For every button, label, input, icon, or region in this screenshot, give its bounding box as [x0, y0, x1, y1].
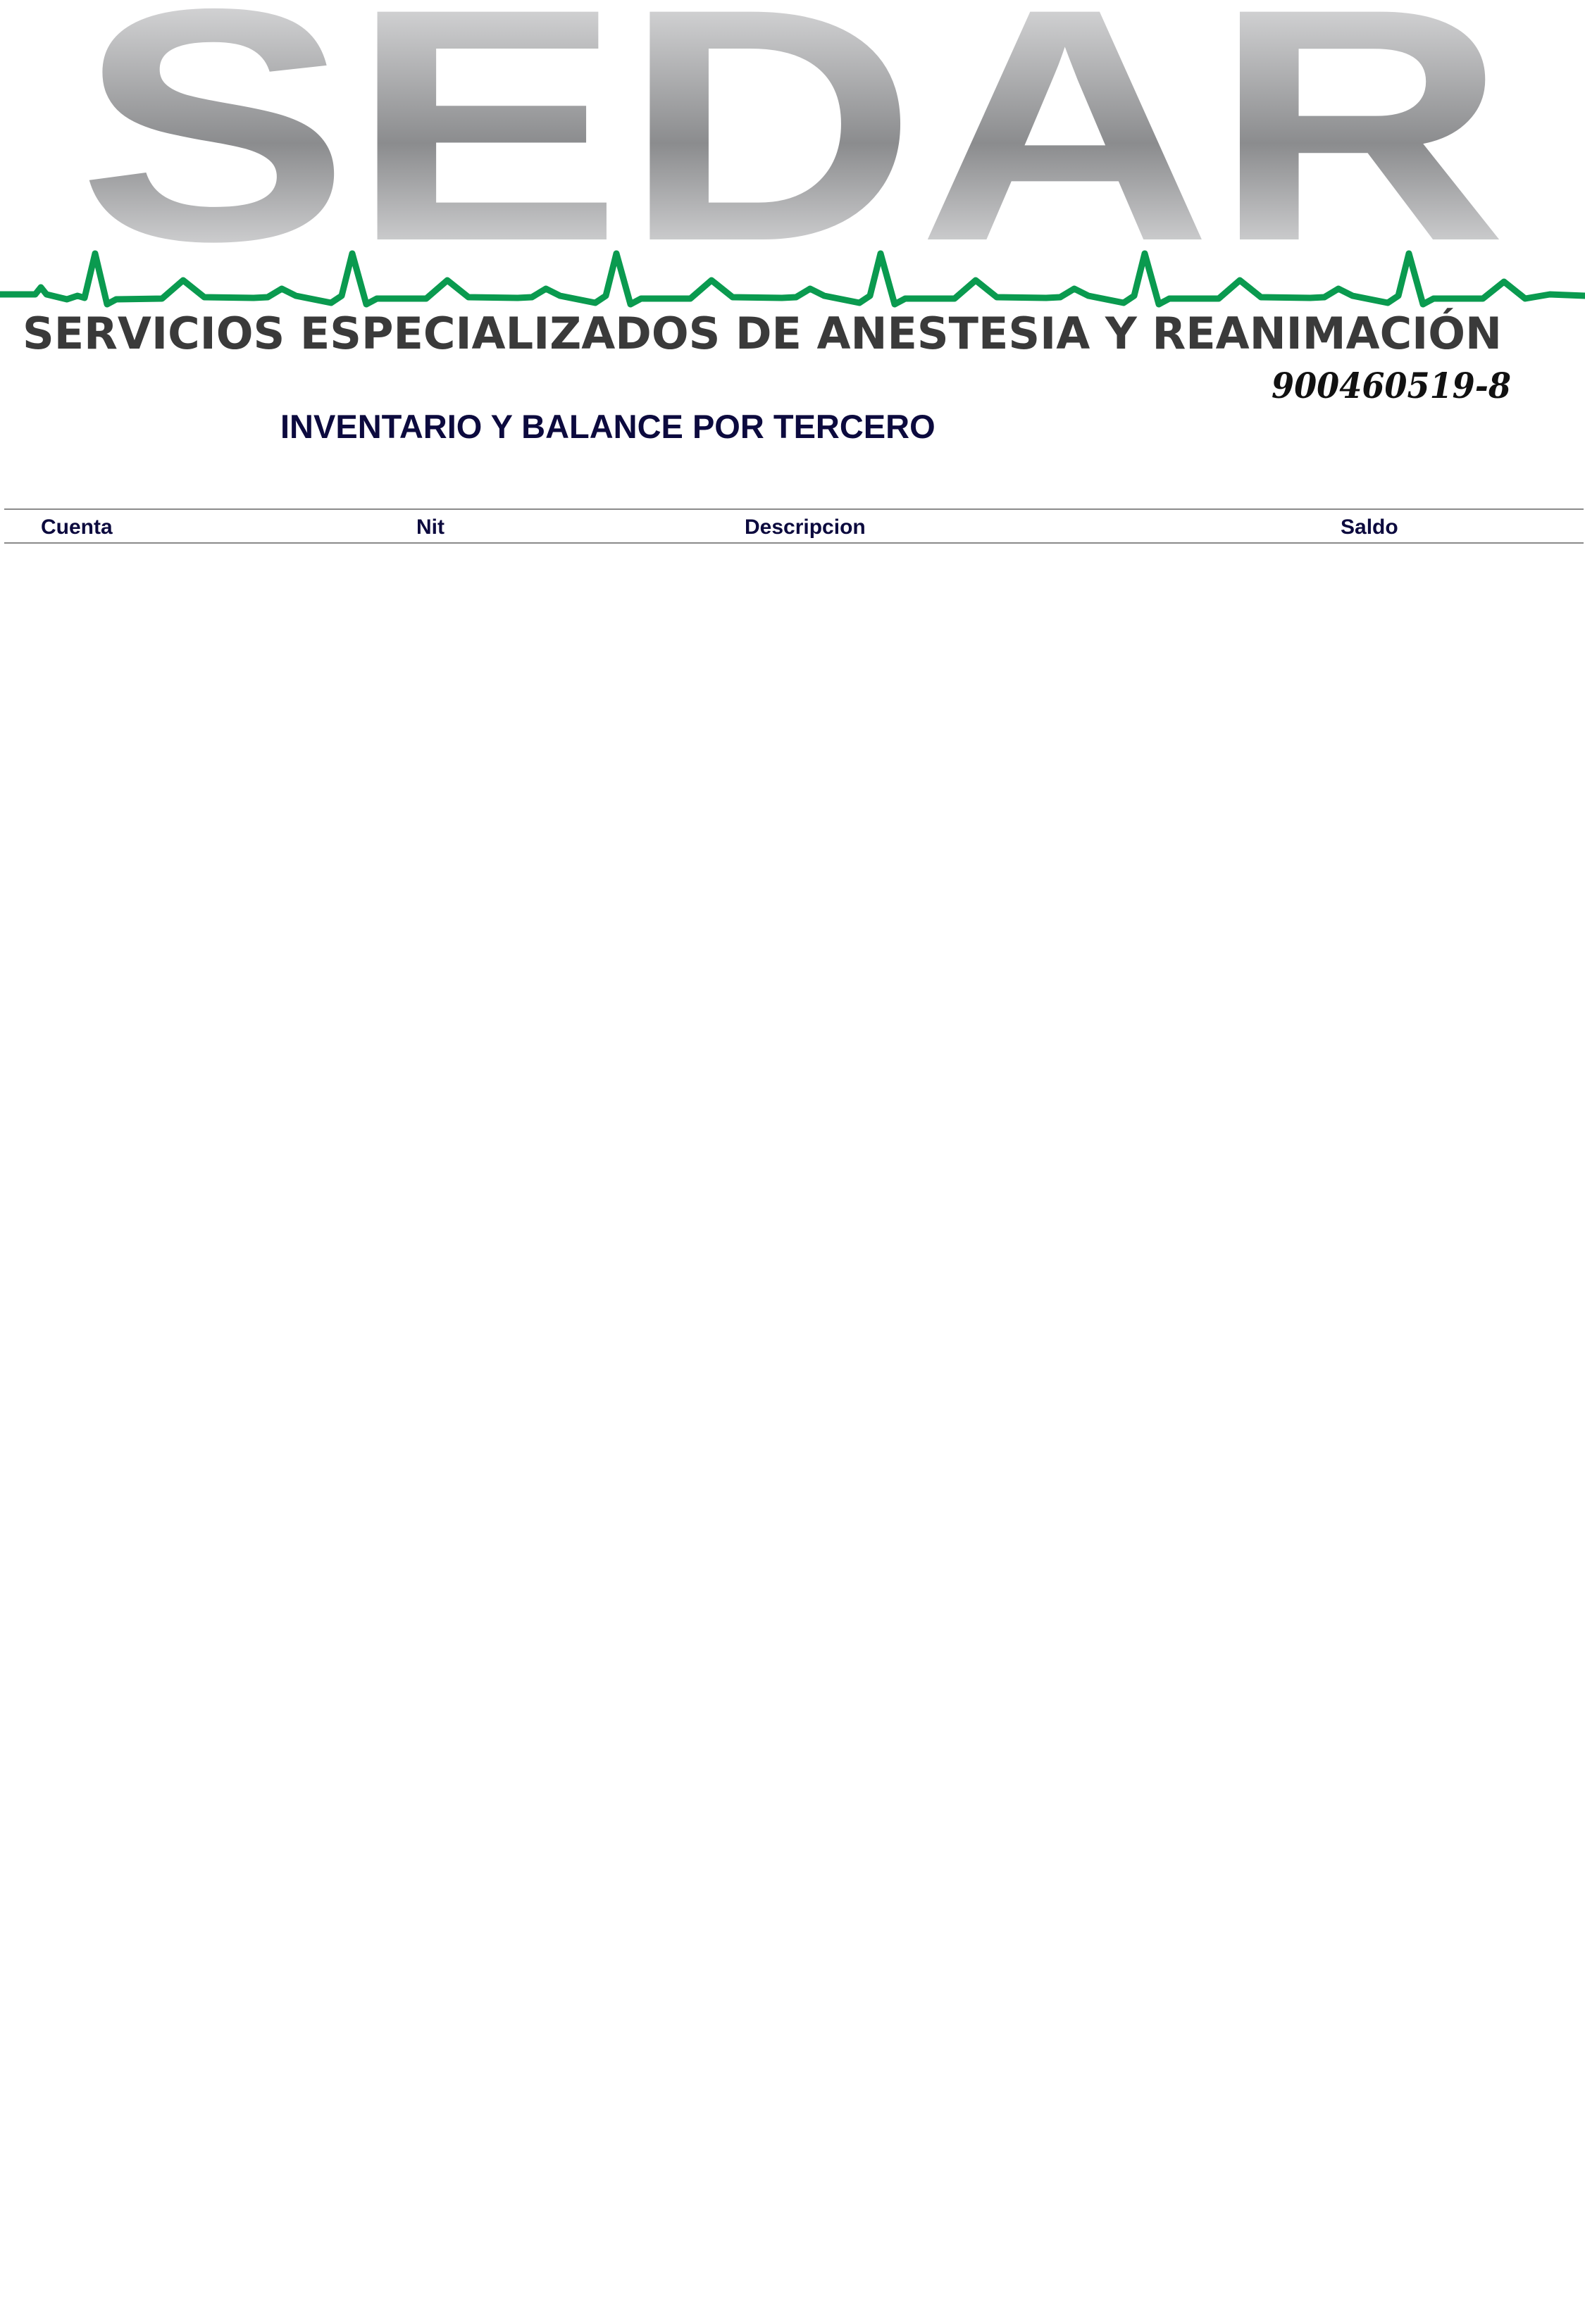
logo-nit: 900460519-8	[1272, 365, 1511, 406]
logo-tagline: SERVICIOS ESPECIALIZADOS DE ANESTESIA Y …	[23, 308, 1502, 359]
column-header-descripcion: Descripcion	[745, 516, 866, 539]
column-header-cuenta: Cuenta	[41, 516, 113, 539]
report-title: INVENTARIO Y BALANCE POR TERCERO	[280, 408, 936, 445]
table-header: Cuenta Nit Descripcion Saldo	[4, 508, 1584, 544]
column-header-saldo: Saldo	[1341, 516, 1398, 539]
column-header-nit: Nit	[416, 516, 445, 539]
logo-wordmark: SEDAR	[77, 0, 1508, 310]
company-logo: SEDAR SERVICIOS ESPECIALIZADOS DE ANESTE…	[0, 0, 1585, 406]
